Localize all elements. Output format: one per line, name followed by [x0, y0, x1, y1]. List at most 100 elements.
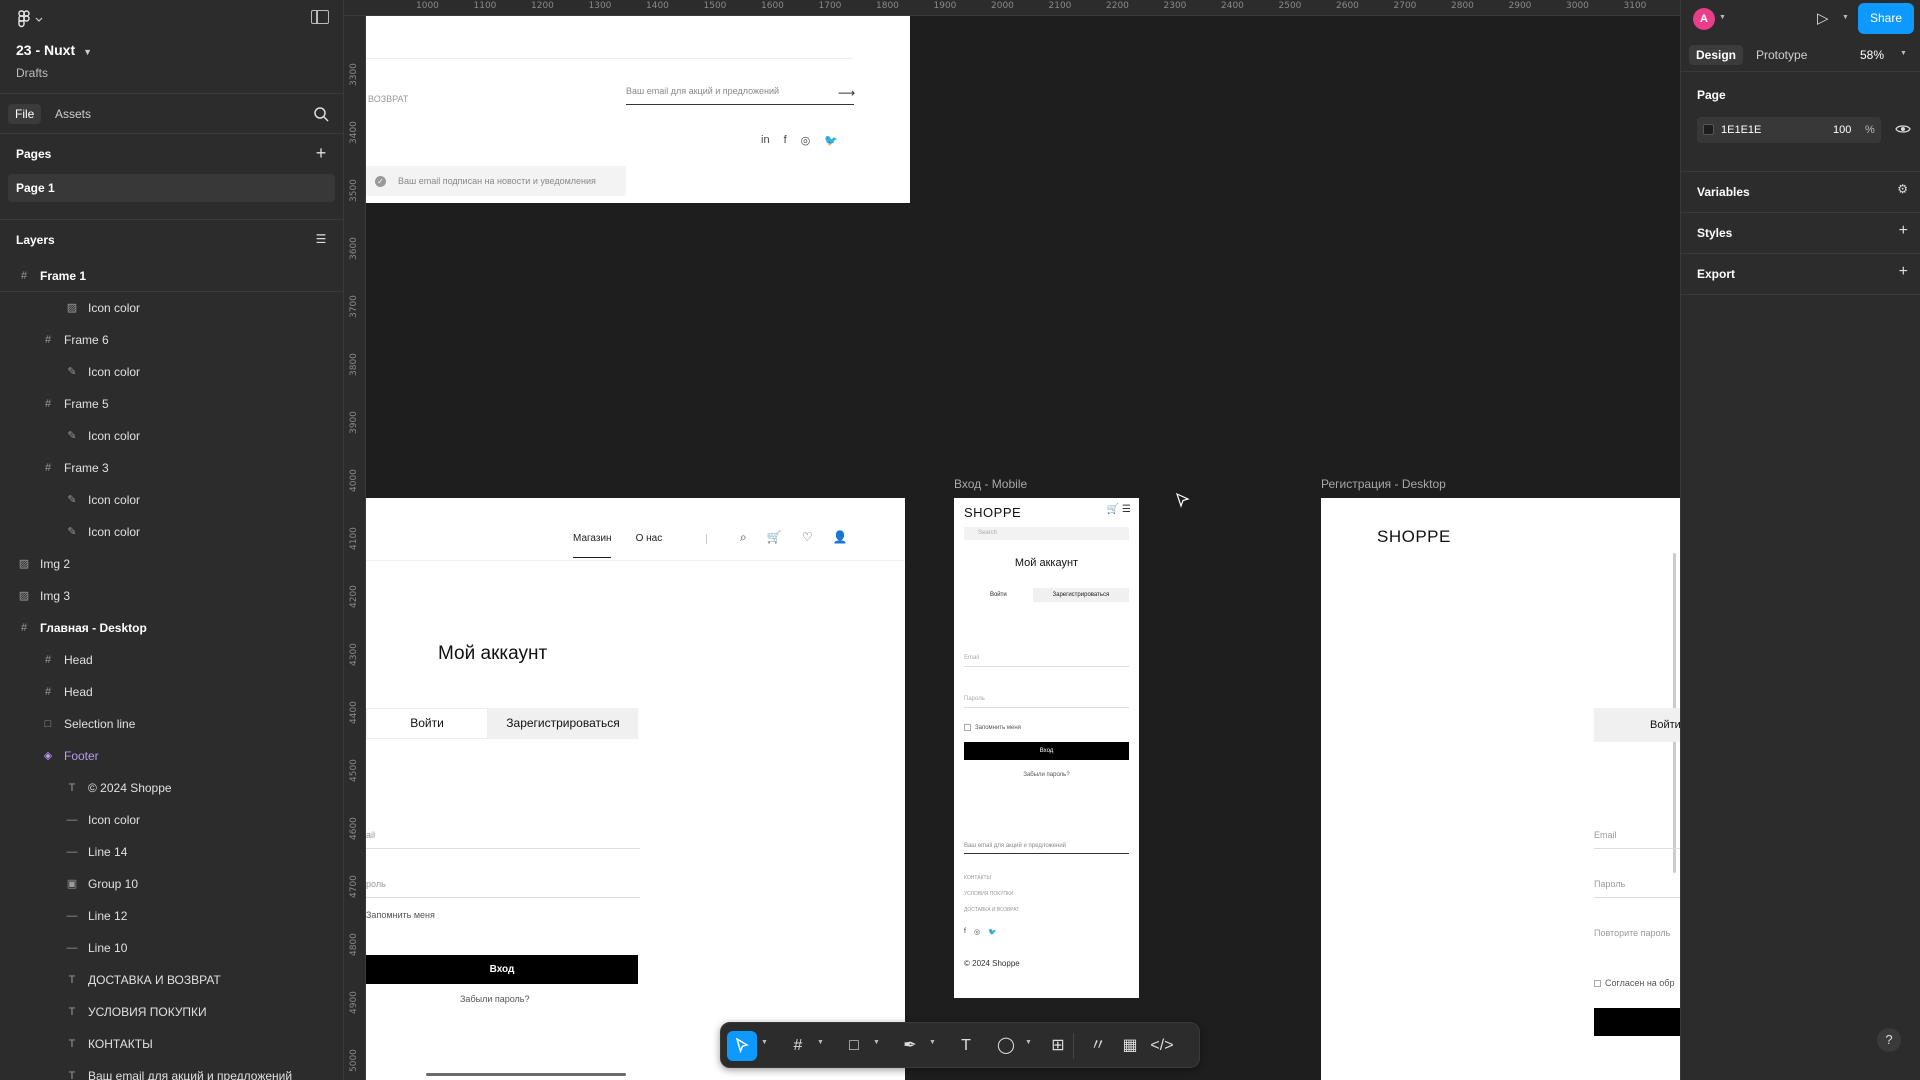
frame-tool-icon[interactable]: #: [783, 1031, 813, 1061]
variables-section[interactable]: Variables ⚙: [1681, 172, 1920, 213]
layer-label: Line 14: [88, 845, 128, 859]
ruler-tick-label: 2500: [1278, 1, 1302, 11]
horizontal-scrollbar[interactable]: [426, 1073, 626, 1076]
ruler-tick-label: 3400: [349, 121, 359, 144]
footer-frame[interactable]: ВОЗВРАТ Ваш email для акций и предложени…: [366, 16, 910, 203]
file-name[interactable]: 23 - Nuxt ▼: [16, 42, 92, 58]
export-section[interactable]: Export +: [1681, 254, 1920, 295]
styles-section[interactable]: Styles +: [1681, 213, 1920, 254]
layer-row[interactable]: # Head: [0, 644, 343, 676]
agree-label: Согласен на обр: [1605, 978, 1675, 988]
login-mobile-frame[interactable]: SHOPPE 🛒 ☰ Search Мой аккаунт Войти Заре…: [954, 498, 1139, 998]
tab-register: Зарегистрироваться: [488, 708, 638, 739]
layer-row[interactable]: □ Selection line: [0, 708, 343, 740]
ruler-tick-label: 4200: [349, 585, 359, 608]
add-style-icon[interactable]: +: [1899, 222, 1908, 240]
layers-options-icon[interactable]: ☰: [313, 231, 329, 247]
layer-row[interactable]: ✎ Icon color: [0, 356, 343, 388]
zoom-level[interactable]: 58%: [1860, 48, 1884, 62]
chevron-down-icon[interactable]: ▼: [1025, 1039, 1032, 1046]
account-desktop-frame[interactable]: Магазин О нас ⌕ 🛒 ♡ 👤 Мой аккаунт Войти …: [366, 498, 905, 1080]
layer-row[interactable]: # Frame 6: [0, 324, 343, 356]
subscribe-toast: ✓ Ваш email подписан на новости и уведом…: [366, 166, 626, 196]
chevron-down-icon[interactable]: ▼: [873, 1039, 880, 1046]
bottom-toolbar: ▼ # ▼ □ ▼ ✒ ▼ T ◯ ▼ ⊞ 〃 ▦ </>: [720, 1022, 1200, 1068]
layer-row[interactable]: T Ваш email для акций и предложений: [0, 1060, 343, 1080]
register-desktop-frame[interactable]: SHOPPE Войти Email Пароль Повторите паро…: [1321, 498, 1680, 1080]
canvas[interactable]: ВОЗВРАТ Ваш email для акций и предложени…: [366, 16, 1680, 1080]
layer-row[interactable]: # Frame 1: [0, 260, 343, 292]
frame-icon: #: [44, 462, 52, 474]
hex-value[interactable]: 1E1E1E: [1721, 124, 1761, 136]
chevron-down-icon[interactable]: ▼: [761, 1039, 768, 1046]
tab-file[interactable]: File: [8, 104, 42, 124]
present-icon[interactable]: ▷: [1817, 9, 1829, 27]
pen-tool-icon[interactable]: ✒: [895, 1031, 925, 1061]
layer-row[interactable]: ▣ Group 10: [0, 868, 343, 900]
chevron-down-icon[interactable]: ▼: [817, 1039, 824, 1046]
left-panel: 23 - Nuxt ▼ Drafts File Assets Pages + Pa…: [0, 0, 344, 1080]
layer-row[interactable]: ▨ Icon color: [0, 292, 343, 324]
layer-row[interactable]: ✎ Icon color: [0, 484, 343, 516]
vector-icon: ✎: [67, 526, 77, 538]
text-tool-icon[interactable]: T: [951, 1031, 981, 1061]
layer-row[interactable]: ▨ Img 2: [0, 548, 343, 580]
share-button[interactable]: Share: [1858, 3, 1914, 34]
main-menu-icon[interactable]: [16, 10, 46, 28]
frame-label-mobile[interactable]: Вход - Mobile: [954, 477, 1027, 491]
layer-row[interactable]: — Line 10: [0, 932, 343, 964]
layer-row[interactable]: ▨ Img 3: [0, 580, 343, 612]
frame-label-register[interactable]: Регистрация - Desktop: [1321, 477, 1446, 491]
tab-prototype[interactable]: Prototype: [1749, 45, 1814, 65]
line-icon: —: [66, 814, 78, 826]
layer-row[interactable]: ✎ Icon color: [0, 420, 343, 452]
ruler-tick-label: 1700: [818, 1, 842, 11]
resources-tool-icon[interactable]: ⊞: [1043, 1031, 1073, 1061]
draw-tool-icon[interactable]: 〃: [1083, 1031, 1113, 1061]
dev-mode-icon[interactable]: </>: [1147, 1031, 1177, 1061]
layer-row[interactable]: ◈ Footer: [0, 740, 343, 772]
password-label: Пароль: [1594, 879, 1626, 889]
help-icon[interactable]: ?: [1877, 1028, 1901, 1052]
layer-row[interactable]: # Frame 3: [0, 452, 343, 484]
layer-row[interactable]: T КОНТАКТЫ: [0, 1028, 343, 1060]
comment-tool-icon[interactable]: ◯: [991, 1031, 1021, 1061]
user-icon: 👤: [832, 530, 848, 544]
page-item[interactable]: Page 1: [8, 174, 335, 202]
tab-design[interactable]: Design: [1689, 45, 1744, 65]
layer-row[interactable]: # Frame 5: [0, 388, 343, 420]
rectangle-tool-icon[interactable]: □: [839, 1031, 869, 1061]
add-export-icon[interactable]: +: [1899, 263, 1908, 281]
table-tool-icon[interactable]: ▦: [1115, 1031, 1145, 1061]
add-page-icon[interactable]: +: [313, 144, 329, 162]
avatar[interactable]: A: [1693, 8, 1715, 30]
ruler-tick-label: 1000: [416, 1, 439, 11]
search-icon[interactable]: [313, 106, 329, 122]
chevron-down-icon[interactable]: ▼: [83, 47, 92, 57]
layer-row[interactable]: # Head: [0, 676, 343, 708]
tab-login: Войти: [1594, 708, 1680, 742]
agree-checkbox: Согласен на обр: [1594, 978, 1674, 988]
color-swatch[interactable]: [1703, 124, 1714, 135]
move-tool-icon[interactable]: [727, 1031, 757, 1061]
layer-row[interactable]: T УСЛОВИЯ ПОКУПКИ: [0, 996, 343, 1028]
layer-row[interactable]: — Icon color: [0, 804, 343, 836]
eye-icon[interactable]: [1895, 122, 1911, 136]
layer-row[interactable]: T ДОСТАВКА И ВОЗВРАТ: [0, 964, 343, 996]
layer-row[interactable]: ✎ Icon color: [0, 516, 343, 548]
chevron-down-icon[interactable]: ▼: [1842, 14, 1849, 21]
toggle-sidebar-icon[interactable]: [311, 10, 329, 24]
tab-assets[interactable]: Assets: [48, 104, 98, 124]
opacity-value[interactable]: 100: [1833, 124, 1851, 136]
layer-row[interactable]: — Line 14: [0, 836, 343, 868]
chevron-down-icon[interactable]: ▼: [1719, 14, 1726, 21]
file-location[interactable]: Drafts: [16, 66, 48, 80]
layer-row[interactable]: — Line 12: [0, 900, 343, 932]
layer-row[interactable]: T © 2024 Shoppe: [0, 772, 343, 804]
field-underline: [366, 848, 640, 849]
layer-row[interactable]: # Главная - Desktop: [0, 612, 343, 644]
variables-icon[interactable]: ⚙: [1897, 182, 1908, 196]
page-section: Page 1E1E1E 100 %: [1681, 72, 1920, 172]
chevron-down-icon[interactable]: ▼: [929, 1039, 936, 1046]
chevron-down-icon[interactable]: ▼: [1900, 50, 1907, 57]
